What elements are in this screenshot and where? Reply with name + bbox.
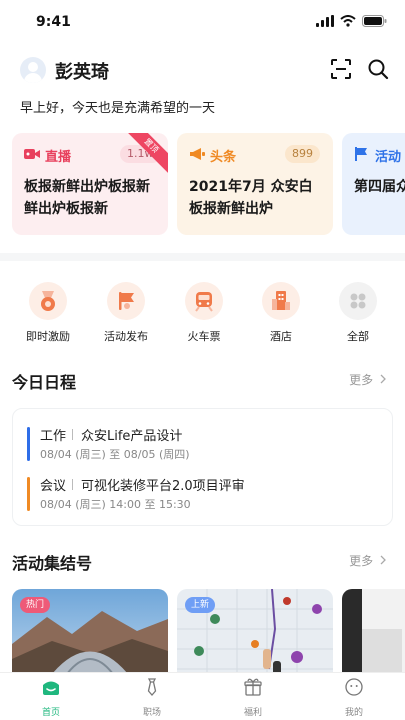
- scan-icon[interactable]: [330, 58, 352, 80]
- event-badge: 热门: [20, 597, 51, 613]
- status-icons: [316, 15, 387, 27]
- tab-label: 福利: [243, 708, 262, 718]
- tab-label: 职场: [142, 708, 161, 718]
- card-count: 899: [285, 145, 320, 163]
- event-badge: 上新: [185, 597, 216, 613]
- card-title: 板报新鲜出炉板报新鲜出炉板报新: [24, 179, 150, 217]
- greeting: 早上好，今天也是充满希望的一天: [20, 101, 216, 116]
- quick-action-hotel[interactable]: 酒店: [246, 282, 316, 344]
- quick-action-label: 火车票: [187, 330, 221, 343]
- quick-action-label: 酒店: [270, 330, 292, 343]
- search-icon[interactable]: [367, 58, 389, 80]
- quick-actions: 即时激励 活动发布 火车票 酒店 全部: [0, 282, 405, 344]
- flag-icon: [119, 292, 134, 310]
- more-label: 更多: [349, 373, 374, 387]
- schedule-color-bar: [27, 477, 30, 511]
- card-live[interactable]: 直播 1.1w 置顶 板报新鲜出炉板报新鲜出炉板报新: [12, 133, 168, 235]
- tie-icon: [147, 678, 157, 696]
- quick-action-label: 全部: [347, 330, 369, 343]
- quick-action-train[interactable]: 火车票: [169, 282, 239, 344]
- profile-icon: [345, 678, 363, 696]
- quick-action-all[interactable]: 全部: [323, 282, 393, 344]
- hotel-icon: [272, 291, 290, 310]
- event-card[interactable]: 上新: [177, 589, 333, 673]
- schedule-item-time: 08/04 (周三) 14:00 至 15:30: [40, 498, 191, 511]
- video-icon: [24, 149, 40, 159]
- signal-icon: [316, 15, 334, 27]
- feature-cards: 直播 1.1w 置顶 板报新鲜出炉板报新鲜出炉板报新 头条 899 2021年7…: [12, 133, 405, 235]
- flag-icon: [355, 147, 367, 161]
- event-image: [342, 589, 405, 673]
- quick-action-label: 活动发布: [104, 330, 148, 343]
- battery-icon: [362, 15, 387, 27]
- quick-action-publish[interactable]: 活动发布: [91, 282, 161, 344]
- gift-icon: [244, 678, 262, 696]
- tab-profile[interactable]: 我的: [324, 677, 384, 718]
- events-more-link[interactable]: 更多: [349, 552, 387, 569]
- medal-icon: [41, 291, 55, 311]
- train-icon: [195, 292, 213, 312]
- schedule-more-link[interactable]: 更多: [349, 371, 387, 388]
- card-tag: 活动: [375, 150, 402, 165]
- schedule-color-bar: [27, 427, 30, 461]
- card-headline[interactable]: 头条 899 2021年7月 众安白板报新鲜出炉: [177, 133, 333, 235]
- tab-benefits[interactable]: 福利: [223, 677, 283, 718]
- tab-label: 我的: [344, 708, 363, 718]
- megaphone-icon: [190, 148, 205, 160]
- more-label: 更多: [349, 554, 374, 568]
- card-tag: 头条: [210, 150, 237, 165]
- event-card[interactable]: [342, 589, 405, 673]
- card-title: 2021年7月 众安白板报新鲜出炉: [189, 179, 313, 217]
- tab-home[interactable]: 首页: [21, 677, 81, 718]
- status-time: 9:41: [36, 14, 71, 30]
- tab-label: 首页: [41, 708, 60, 718]
- card-title: 第四届众流赛 火热: [354, 179, 405, 195]
- schedule-item[interactable]: 工作 众安Life产品设计 08/04 (周三) 至 08/05 (周四): [27, 425, 377, 465]
- schedule-title: 今日日程: [12, 373, 77, 392]
- user-name: 彭英琦: [55, 62, 109, 83]
- header: 彭英琦 早上好，今天也是充满希望的一天: [0, 52, 405, 122]
- avatar[interactable]: [20, 57, 46, 83]
- tab-workplace[interactable]: 职场: [122, 677, 182, 718]
- event-list: 热门 上新: [12, 589, 405, 673]
- schedule-item-title: 众安Life产品设计: [81, 429, 183, 444]
- tab-bar: 首页 职场 福利 我的: [0, 672, 405, 720]
- home-icon: [43, 681, 59, 695]
- card-activity[interactable]: 活动 第四届众流赛 火热: [342, 133, 405, 235]
- quick-action-incentive[interactable]: 即时激励: [13, 282, 83, 344]
- schedule-item[interactable]: 会议 可视化装修平台2.0项目评审 08/04 (周三) 14:00 至 15:…: [27, 475, 377, 515]
- quick-action-label: 即时激励: [26, 330, 70, 343]
- card-tag: 直播: [45, 150, 72, 165]
- schedule-item-title: 可视化装修平台2.0项目评审: [81, 479, 245, 494]
- section-divider: [0, 253, 405, 261]
- schedule-type: 会议: [40, 479, 67, 494]
- schedule-type: 工作: [40, 429, 67, 444]
- events-title: 活动集结号: [12, 554, 93, 573]
- grid-icon: [350, 293, 366, 309]
- chevron-right-icon: [380, 555, 386, 565]
- schedule-item-time: 08/04 (周三) 至 08/05 (周四): [40, 448, 190, 461]
- event-card[interactable]: 热门: [12, 589, 168, 673]
- chevron-right-icon: [380, 374, 386, 384]
- wifi-icon: [340, 15, 356, 27]
- schedule-card: 工作 众安Life产品设计 08/04 (周三) 至 08/05 (周四) 会议…: [12, 408, 393, 526]
- status-bar: 9:41: [0, 0, 405, 44]
